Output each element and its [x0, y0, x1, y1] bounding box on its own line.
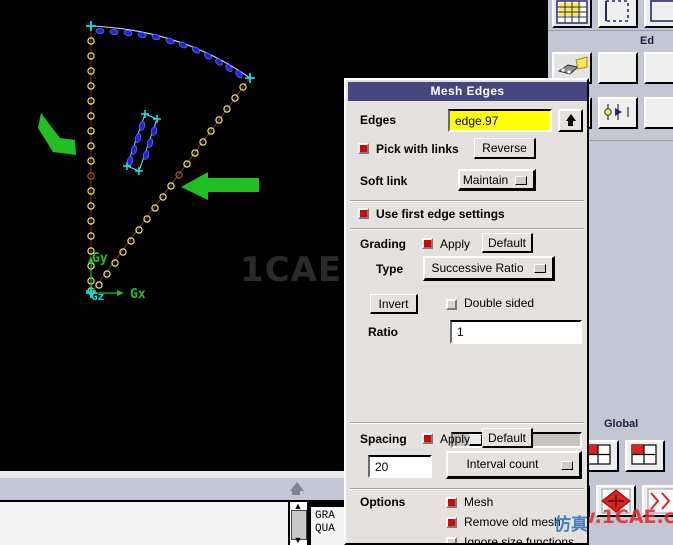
option-menu-handle-icon [534, 264, 546, 273]
grading-label: Grading [360, 237, 407, 251]
up-arrow-stem-icon [292, 490, 300, 495]
annotation-arrow-2 [181, 172, 259, 200]
option-menu-handle-icon [515, 175, 527, 185]
console-side-text: GRA QUA [309, 506, 345, 545]
spacing-mode-option-menu[interactable]: Interval count [446, 451, 582, 479]
spacing-default-button[interactable]: Default [482, 428, 533, 448]
axis-label-x: Gx [130, 287, 146, 302]
console-line: QUA [315, 523, 335, 535]
use-first-edge-settings-label: Use first edge settings [376, 207, 505, 221]
mesh-quality-icon[interactable] [642, 485, 673, 517]
options-label: Options [360, 495, 406, 509]
soft-link-label: Soft link [360, 174, 408, 188]
option-remove-old-mesh-checkbox[interactable] [446, 517, 457, 528]
console-scroll-up-button[interactable] [287, 479, 308, 499]
mesh-edges-dialog[interactable]: Mesh Edges Edges edge.97 Pick with links… [344, 78, 589, 545]
grading-type-label: Type [376, 262, 404, 276]
dialog-divider-2 [350, 228, 584, 230]
soft-link-value: Maintain [462, 173, 509, 187]
face-mesh-icon[interactable] [552, 0, 592, 28]
spacing-apply-checkbox[interactable] [422, 433, 433, 444]
spacing-label: Spacing [360, 432, 407, 446]
dialog-divider-3 [350, 422, 584, 424]
option-ignore-size-functions-label: Ignore size functions [464, 535, 575, 545]
dialog-divider-1 [350, 200, 584, 202]
blank-tool-4[interactable] [644, 97, 673, 129]
geometry-canvas: Gy Gx Gz [38, 21, 259, 303]
node-spacing-icon[interactable] [598, 97, 638, 129]
volume-box-icon[interactable] [644, 0, 673, 28]
reverse-button[interactable]: Reverse [474, 138, 536, 159]
option-mesh-label: Mesh [464, 495, 494, 509]
pick-up-arrow-stem-icon [568, 120, 573, 126]
grading-type-value: Successive Ratio [431, 261, 524, 275]
soft-link-option-menu[interactable]: Maintain [458, 169, 536, 191]
blank-tool-2[interactable] [644, 52, 673, 84]
ratio-label: Ratio [368, 325, 398, 339]
panel-divider-1 [548, 30, 673, 31]
invert-button[interactable]: Invert [370, 294, 418, 314]
quad-grid-red-icon-2[interactable] [625, 440, 665, 472]
axis-label-z: Gz [91, 290, 104, 303]
console-text-area[interactable] [0, 502, 288, 545]
grading-apply-checkbox[interactable] [422, 238, 433, 249]
vertex-markers [86, 21, 255, 298]
dialog-title-bar: Mesh Edges [348, 82, 587, 101]
double-sided-label: Double sided [464, 296, 535, 310]
option-remove-old-mesh-label: Remove old mesh [464, 515, 561, 529]
dialog-divider-4 [350, 488, 584, 490]
console-vertical-scrollbar[interactable]: ▲ ▼ [289, 502, 308, 545]
spacing-apply-label: Apply [440, 432, 471, 446]
edges-label: Edges [360, 113, 397, 127]
annotation-arrow-1 [38, 113, 76, 155]
inner-slot-geometry [123, 110, 161, 175]
edge-arc-nodes [95, 27, 243, 79]
option-ignore-size-functions-checkbox[interactable] [446, 537, 457, 543]
panel-section-label-edge: Ed [640, 35, 655, 47]
blank-tool-1[interactable] [598, 52, 638, 84]
grading-apply-label: Apply [440, 237, 471, 251]
diamond-mesh-icon[interactable] [596, 485, 636, 517]
pick-up-arrow-button[interactable] [558, 109, 583, 132]
grading-default-button[interactable]: Default [482, 233, 533, 253]
use-first-edge-settings-checkbox[interactable] [358, 208, 369, 219]
axis-label-y: Gy [92, 251, 108, 266]
graphics-viewport[interactable]: Gy Gx Gz 1CAE.COM [0, 0, 344, 470]
option-menu-handle-icon [561, 460, 573, 470]
spacing-input[interactable]: 20 [368, 455, 432, 478]
face-select-dashed-icon[interactable] [598, 0, 638, 28]
console-line: GRA [315, 510, 335, 522]
double-sided-checkbox[interactable] [446, 299, 457, 310]
scroll-down-arrow-icon[interactable]: ▼ [292, 536, 304, 545]
grading-type-option-menu[interactable]: Successive Ratio [423, 256, 555, 281]
spacing-mode-value: Interval count [466, 457, 539, 471]
pick-with-links-label: Pick with links [376, 142, 459, 156]
panel-section-label-global: Global [604, 418, 639, 430]
pick-with-links-checkbox[interactable] [358, 143, 369, 154]
ratio-input[interactable]: 1 [450, 320, 582, 344]
option-mesh-checkbox[interactable] [446, 497, 457, 508]
edges-input[interactable]: edge.97 [448, 109, 552, 132]
